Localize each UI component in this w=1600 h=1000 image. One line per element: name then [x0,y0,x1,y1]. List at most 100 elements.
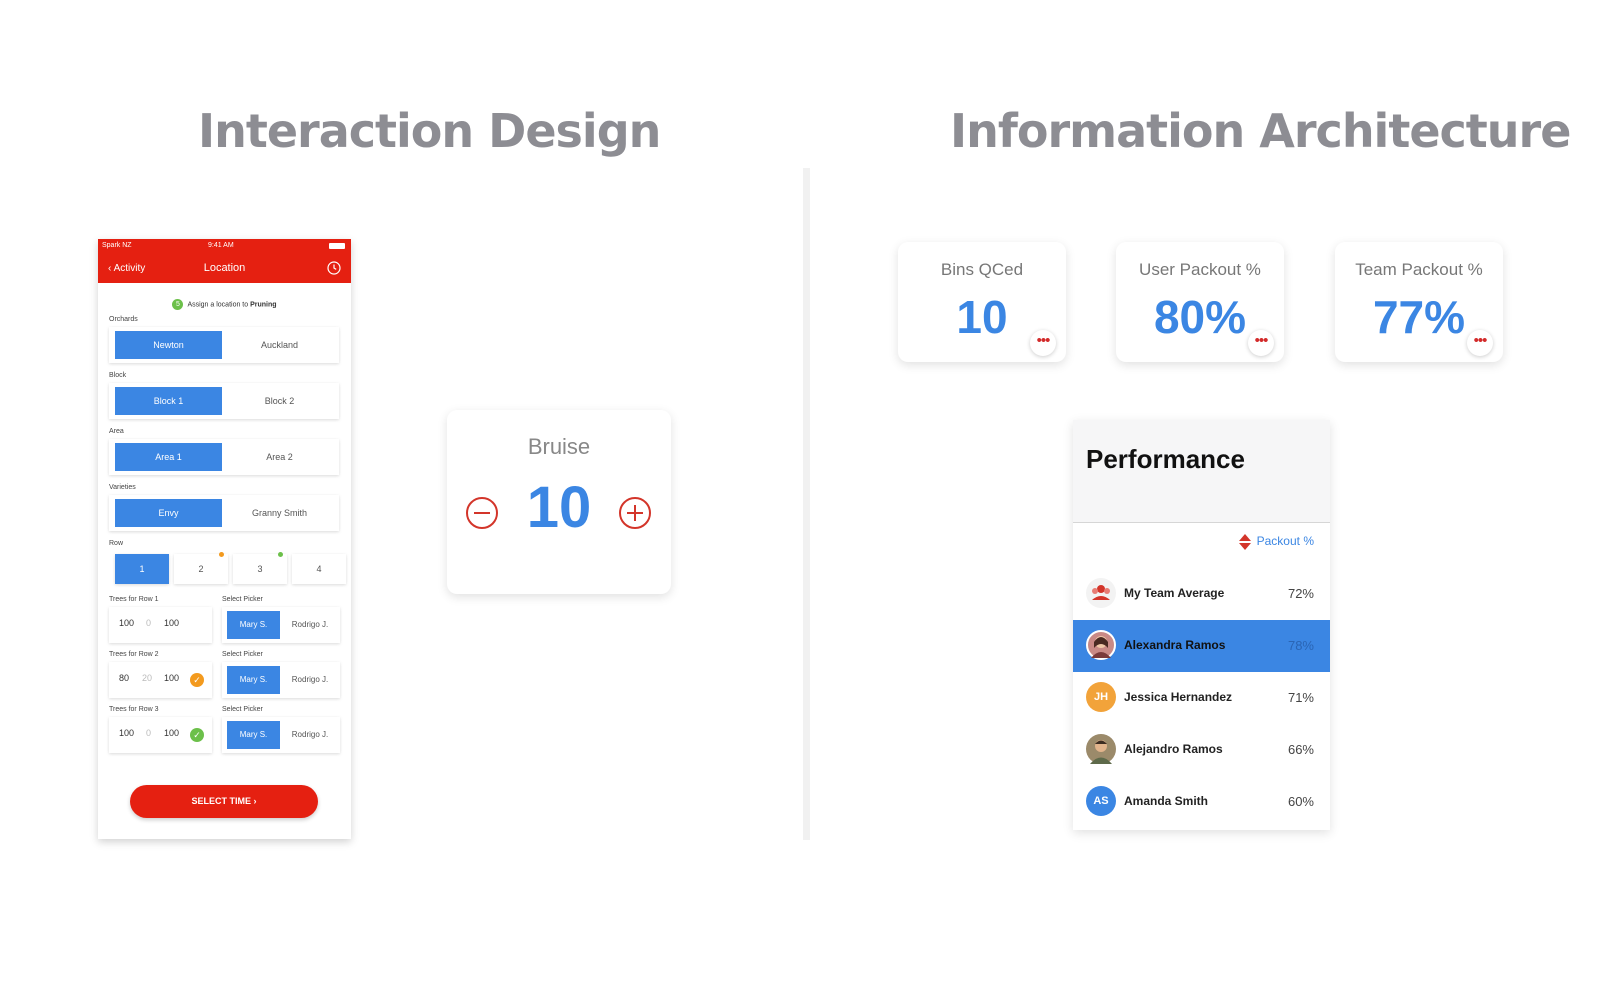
area-option-1[interactable]: Area 1 [115,443,222,471]
picker-option-rodrigo[interactable]: Rodrigo J. [283,721,337,749]
kpi-label: Bins QCed [940,260,1024,279]
varieties-selector: Envy Granny Smith [109,495,339,531]
select-picker-label: Select Picker [222,596,263,603]
sort-control[interactable]: Packout % [1238,534,1314,550]
area-option-2[interactable]: Area 2 [226,443,333,471]
partial-check-icon: ✓ [190,673,204,687]
chevron-right-icon: › [253,796,257,806]
trees-total: 100 [164,728,180,738]
picker-selector: Mary S. Rodrigo J. [222,662,340,698]
orchards-label: Orchards [109,316,138,323]
assign-activity: Pruning [250,301,277,309]
nav-title: Location [203,262,246,274]
row-status-dot [278,552,283,557]
select-time-button[interactable]: SELECT TIME › [130,785,318,818]
clock-icon[interactable] [327,261,341,275]
performance-row-selected[interactable]: Alexandra Ramos 78% [1073,620,1330,672]
performance-row[interactable]: My Team Average 72% [1073,568,1330,620]
performance-header: Performance [1073,420,1330,523]
area-label: Area [109,428,124,435]
trees-counter[interactable]: 100 0 100 ✓ [109,717,212,753]
performance-row[interactable]: Alejandro Ramos 66% [1073,724,1330,776]
phone-mockup: Spark NZ 9:41 AM ‹ Activity Location 5 As… [98,239,351,839]
performance-value: 78% [1287,638,1314,653]
more-options-icon[interactable]: ••• [1030,330,1056,356]
performance-value: 71% [1287,690,1314,705]
trees-counter[interactable]: 100 0 100 [109,607,212,643]
area-selector: Area 1 Area 2 [109,439,339,475]
assign-instruction: 5 Assign a location to Pruning [98,299,351,310]
performance-value: 60% [1287,794,1314,809]
plus-circle-icon[interactable] [618,496,652,530]
kpi-card-user-packout: User Packout % 80% ••• [1116,242,1284,362]
trees-remaining: 20 [142,673,153,683]
trees-row-label: Trees for Row 1 [109,596,159,603]
trees-total: 100 [164,673,180,683]
picker-option-rodrigo[interactable]: Rodrigo J. [283,611,337,639]
row-option-2[interactable]: 2 [174,552,228,584]
section-divider [803,168,810,840]
row-option-label: 1 [139,564,145,574]
row-option-3[interactable]: 3 [233,552,287,584]
performance-name: Alejandro Ramos [1124,742,1223,756]
performance-row[interactable]: JH Jessica Hernandez 71% [1073,672,1330,724]
avatar [1086,734,1116,764]
trees-done: 100 [119,728,135,738]
kpi-card-bins-qced: Bins QCed 10 ••• [898,242,1066,362]
picker-option-mary[interactable]: Mary S. [227,611,280,639]
performance-name: Alexandra Ramos [1124,638,1226,652]
battery-icon [329,243,345,249]
orchard-option-auckland[interactable]: Auckland [226,331,333,359]
select-time-label: SELECT TIME [191,796,251,806]
picker-option-rodrigo[interactable]: Rodrigo J. [283,666,337,694]
phone-header: Spark NZ 9:41 AM ‹ Activity Location [98,239,351,283]
performance-row[interactable]: AS Amanda Smith 60% [1073,776,1330,828]
picker-option-mary[interactable]: Mary S. [227,666,280,694]
trees-counter[interactable]: 80 20 100 ✓ [109,662,212,698]
orchards-selector: Newton Auckland [109,327,339,363]
bruise-label: Bruise [527,434,591,459]
assign-text: Assign a location to [187,301,251,309]
avatar [1086,630,1116,660]
row-option-4[interactable]: 4 [292,554,346,584]
interaction-design-title: Interaction Design [198,104,661,158]
status-bar: Spark NZ 9:41 AM [98,239,351,253]
select-picker-label: Select Picker [222,706,263,713]
row-option-1[interactable]: 1 [115,554,169,584]
trees-row-label: Trees for Row 3 [109,706,159,713]
performance-title: Performance [1086,444,1245,474]
performance-name: My Team Average [1124,586,1225,600]
row-option-label: 4 [316,564,322,574]
block-option-1[interactable]: Block 1 [115,387,222,415]
information-architecture-title: Information Architecture [950,104,1571,158]
team-icon [1086,578,1116,608]
picker-selector: Mary S. Rodrigo J. [222,717,340,753]
orchard-option-newton[interactable]: Newton [115,331,222,359]
bruise-counter-card: Bruise 10 [447,410,671,594]
kpi-label: User Packout % [1139,260,1261,279]
performance-value: 66% [1287,742,1314,757]
performance-value: 72% [1287,586,1314,601]
varieties-label: Varieties [109,484,136,491]
performance-name: Jessica Hernandez [1124,690,1233,704]
more-options-icon[interactable]: ••• [1248,330,1274,356]
avatar: AS [1086,786,1116,816]
select-picker-label: Select Picker [222,651,263,658]
more-options-icon[interactable]: ••• [1467,330,1493,356]
row-option-label: 3 [257,564,263,574]
block-label: Block [109,372,127,379]
row-option-label: 2 [198,564,204,574]
block-option-2[interactable]: Block 2 [226,387,333,415]
sort-icon [1238,534,1251,550]
picker-option-mary[interactable]: Mary S. [227,721,280,749]
trees-remaining: 0 [146,618,152,628]
performance-name: Amanda Smith [1124,794,1209,808]
variety-option-envy[interactable]: Envy [115,499,222,527]
performance-panel: Performance Packout % My Team Average 72… [1073,420,1330,830]
row-selector: 1 2 3 4 [109,552,351,590]
avatar: JH [1086,682,1116,712]
variety-option-granny-smith[interactable]: Granny Smith [226,499,333,527]
complete-check-icon: ✓ [190,728,204,742]
trees-done: 100 [119,618,135,628]
status-carrier: Spark NZ [102,242,132,249]
